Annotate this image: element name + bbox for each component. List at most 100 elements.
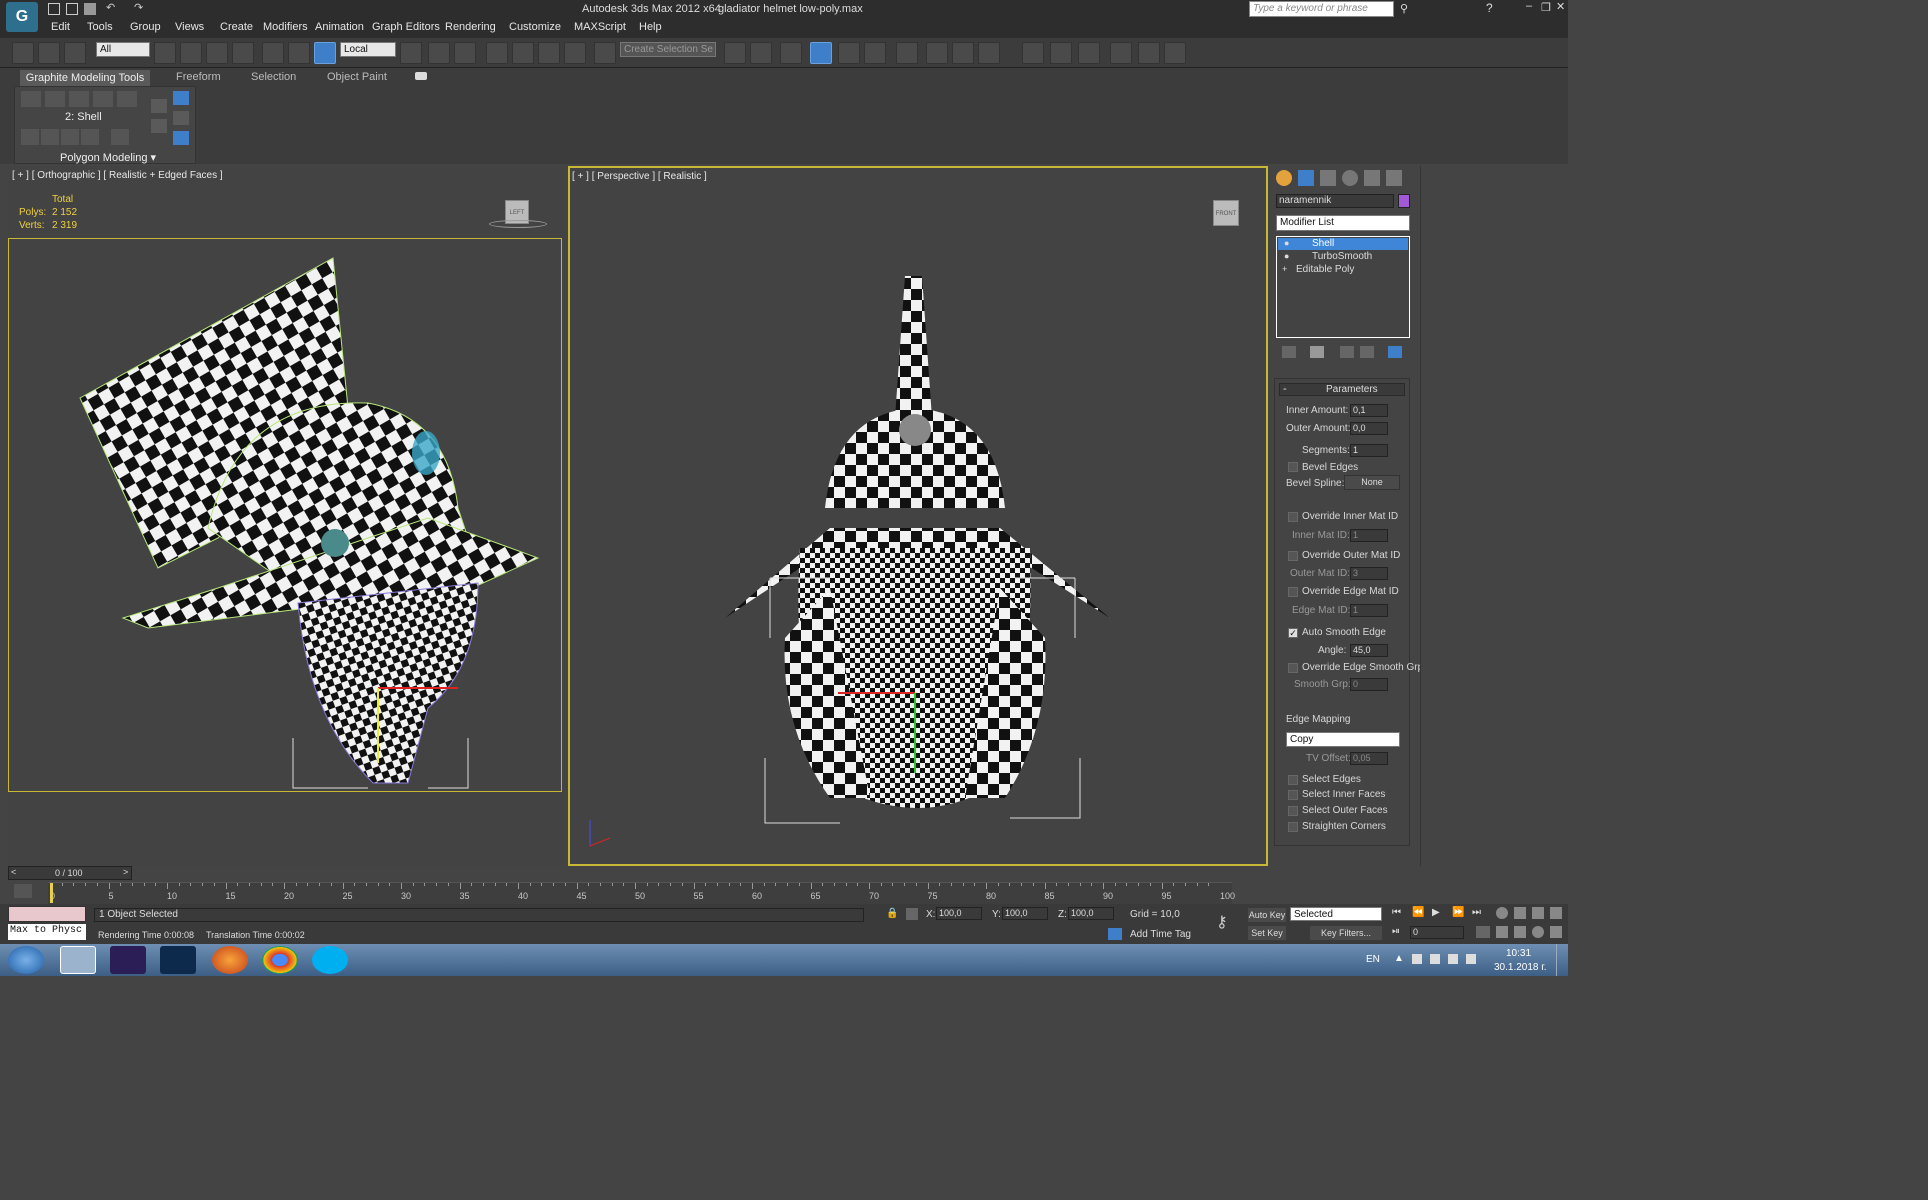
add-time-tag[interactable]: Add Time Tag <box>1130 929 1191 940</box>
ribbon-btn-9[interactable] <box>81 129 99 145</box>
menu-animation[interactable]: Animation <box>315 21 364 33</box>
ribbon-btn-2[interactable] <box>45 91 65 107</box>
tab-selection[interactable]: Selection <box>251 71 296 83</box>
extra-tool-5-icon[interactable] <box>1138 42 1160 64</box>
inner-mat-id-spinner[interactable]: 1 <box>1350 529 1388 542</box>
viewport-left-label[interactable]: [ + ] [ Orthographic ] [ Realistic + Edg… <box>12 170 223 181</box>
select-object-icon[interactable] <box>154 42 176 64</box>
key-filters-button[interactable]: Key Filters... <box>1310 926 1382 940</box>
inner-amount-spinner[interactable]: 0,1 <box>1350 404 1388 417</box>
go-to-start-icon[interactable]: ⏮ <box>1392 907 1401 918</box>
select-inner-checkbox[interactable] <box>1288 790 1298 800</box>
pin-stack-icon[interactable] <box>1282 346 1296 358</box>
percent-snap-icon[interactable] <box>538 42 560 64</box>
ribbon-btn-10[interactable] <box>111 129 129 145</box>
ribbon-btn-4[interactable] <box>93 91 113 107</box>
override-edge-mat-checkbox[interactable] <box>1288 587 1298 597</box>
lock-selection-icon[interactable]: 🔒 <box>886 908 898 919</box>
tray-icon-1[interactable] <box>1412 954 1422 964</box>
tray-arrow-icon[interactable]: ▲ <box>1394 953 1404 964</box>
outer-amount-spinner[interactable]: 0,0 <box>1350 422 1388 435</box>
edit-named-selection-icon[interactable] <box>594 42 616 64</box>
command-panel-scroll-area[interactable] <box>1420 166 1568 866</box>
track-bar-toggle-icon[interactable] <box>14 884 32 898</box>
maxscript-mini-listener[interactable]: Max to Physc <box>8 924 86 940</box>
zoom-extents-all-icon[interactable] <box>1550 907 1562 919</box>
bevel-spline-button[interactable]: None <box>1344 475 1400 490</box>
absolute-mode-icon[interactable] <box>906 908 918 920</box>
curve-editor-icon[interactable] <box>838 42 860 64</box>
z-coord-field[interactable]: 100,0 <box>1068 907 1114 920</box>
x-coord-field[interactable]: 100,0 <box>936 907 982 920</box>
extra-tool-4-icon[interactable] <box>1110 42 1132 64</box>
restore-button[interactable]: ❐ <box>1541 1 1551 14</box>
utilities-tab-icon[interactable] <box>1386 170 1402 186</box>
ribbon-btn-8[interactable] <box>61 129 79 145</box>
pan-icon[interactable] <box>1514 926 1526 938</box>
zoom-extents-icon[interactable] <box>1532 907 1544 919</box>
photoshop-taskbar-icon[interactable] <box>160 946 196 974</box>
tray-icon-4[interactable] <box>1466 954 1476 964</box>
extra-tool-1-icon[interactable] <box>1022 42 1044 64</box>
show-end-result-icon[interactable] <box>1310 346 1324 358</box>
link-icon[interactable] <box>12 42 34 64</box>
segments-spinner[interactable]: 1 <box>1350 444 1388 457</box>
firefox-taskbar-icon[interactable] <box>212 946 248 974</box>
angle-spinner[interactable]: 45,0 <box>1350 644 1388 657</box>
ribbon-btn-15[interactable] <box>173 131 189 145</box>
override-inner-mat-checkbox[interactable] <box>1288 512 1298 522</box>
modify-tab-icon[interactable] <box>1298 170 1314 186</box>
zoom-icon[interactable] <box>1496 907 1508 919</box>
time-config-icon[interactable] <box>1476 926 1490 938</box>
rectangular-selection-icon[interactable] <box>206 42 228 64</box>
3dsmax-taskbar-icon[interactable] <box>60 946 96 974</box>
start-button[interactable] <box>8 946 44 974</box>
create-tab-icon[interactable] <box>1276 170 1292 186</box>
display-tab-icon[interactable] <box>1364 170 1380 186</box>
set-key-button[interactable]: Set Key <box>1248 926 1286 940</box>
tab-graphite-modeling-tools[interactable]: Graphite Modeling Tools <box>20 70 150 86</box>
maxscript-listener[interactable] <box>8 906 86 922</box>
ribbon-btn-11[interactable] <box>151 99 167 113</box>
tray-icon-2[interactable] <box>1430 954 1440 964</box>
configure-sets-icon[interactable] <box>1388 346 1402 358</box>
quick-access-new-icon[interactable] <box>48 3 60 15</box>
next-frame-icon[interactable]: > <box>123 867 128 877</box>
tab-object-paint[interactable]: Object Paint <box>327 71 387 83</box>
reference-coordinate-dropdown[interactable]: Local <box>340 42 396 57</box>
align-icon[interactable] <box>750 42 772 64</box>
menu-views[interactable]: Views <box>175 21 204 33</box>
parameters-header[interactable]: - Parameters <box>1279 383 1405 396</box>
search-input[interactable]: Type a keyword or phrase <box>1249 1 1394 17</box>
ribbon-btn-3[interactable] <box>69 91 89 107</box>
hierarchy-tab-icon[interactable] <box>1320 170 1336 186</box>
stack-item-shell[interactable]: ● Shell <box>1278 238 1408 250</box>
select-outer-checkbox[interactable] <box>1288 806 1298 816</box>
orbit-icon[interactable] <box>1532 926 1544 938</box>
ribbon-options-icon[interactable] <box>415 72 427 80</box>
pivot-center-icon[interactable] <box>400 42 422 64</box>
clock-time[interactable]: 10:31 <box>1506 948 1531 959</box>
render-production-icon[interactable] <box>978 42 1000 64</box>
object-color-swatch[interactable] <box>1398 194 1410 208</box>
track-bar[interactable]: 0510152025303540455055606570758085909510… <box>48 882 1235 904</box>
tray-icon-3[interactable] <box>1448 954 1458 964</box>
expand-plus-icon[interactable]: + <box>1282 264 1287 274</box>
select-manipulate-icon[interactable] <box>428 42 450 64</box>
tab-freeform[interactable]: Freeform <box>176 71 221 83</box>
mirror-icon[interactable] <box>724 42 746 64</box>
straighten-checkbox[interactable] <box>1288 822 1298 832</box>
extra-tool-3-icon[interactable] <box>1078 42 1100 64</box>
make-unique-icon[interactable] <box>1340 346 1354 358</box>
material-editor-icon[interactable] <box>896 42 918 64</box>
rendered-frame-icon[interactable] <box>952 42 974 64</box>
scale-icon[interactable] <box>314 42 336 64</box>
motion-tab-icon[interactable] <box>1342 170 1358 186</box>
menu-tools[interactable]: Tools <box>87 21 113 33</box>
auto-key-button[interactable]: Auto Key <box>1248 908 1286 922</box>
layer-manager-icon[interactable] <box>780 42 802 64</box>
clock-date[interactable]: 30.1.2018 г. <box>1494 962 1546 973</box>
select-edges-checkbox[interactable] <box>1288 775 1298 785</box>
viewport-right[interactable]: [ + ] [ Perspective ] [ Realistic ] FRON… <box>568 166 1268 866</box>
unlink-icon[interactable] <box>38 42 60 64</box>
